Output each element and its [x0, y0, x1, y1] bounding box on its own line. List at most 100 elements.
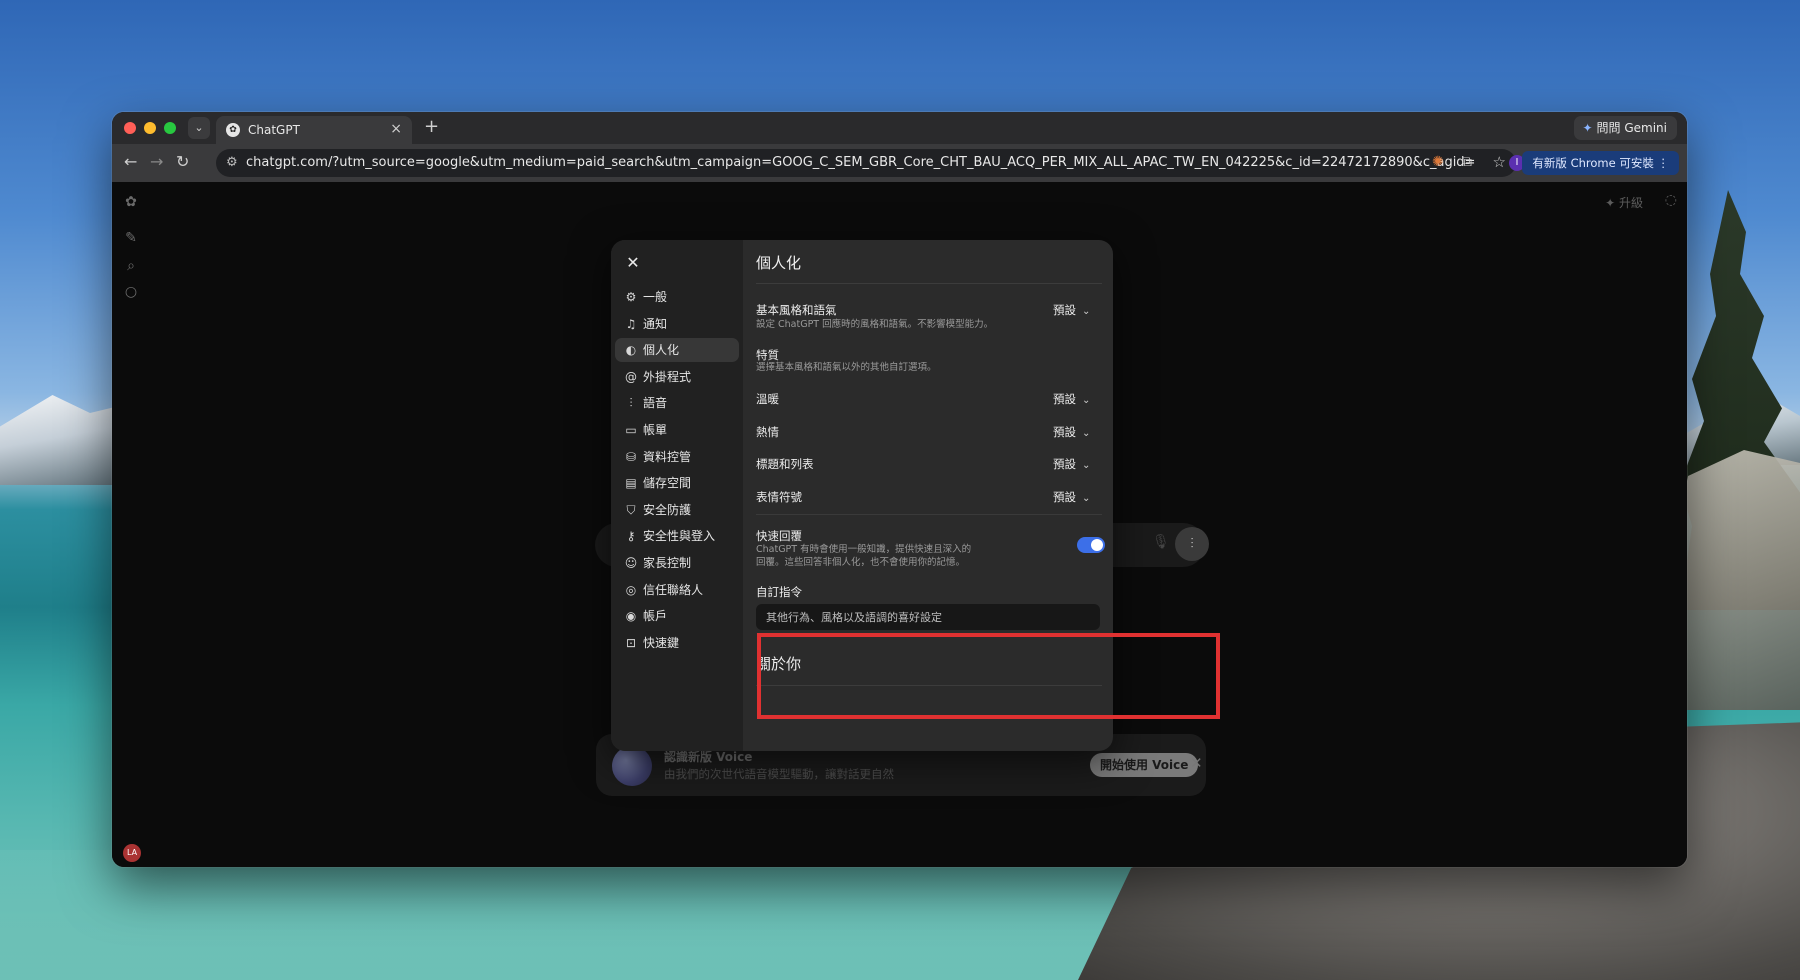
voice-orb-icon: [612, 746, 652, 786]
custom-instructions-input[interactable]: [756, 604, 1100, 630]
settings-nav-item[interactable]: ◐ 個人化: [615, 338, 739, 363]
account-icon: ◉: [625, 609, 637, 624]
chevron-down-icon: ⌄: [194, 121, 204, 134]
settings-nav-label: 家長控制: [643, 556, 692, 570]
trait-label: 熱情: [756, 424, 779, 439]
custom-instructions-label: 自訂指令: [756, 585, 802, 599]
start-voice-button[interactable]: 開始使用 Voice: [1090, 753, 1199, 777]
upgrade-button[interactable]: ✦ 升級: [1605, 194, 1643, 211]
extensions-puzzle-icon[interactable]: ⧉: [1462, 154, 1472, 170]
trait-dropdown-value: 預設: [1053, 489, 1076, 504]
settings-nav-item[interactable]: ♫ 通知: [615, 312, 739, 336]
tab-chatgpt[interactable]: ✿ ChatGPT ×: [216, 116, 412, 144]
extension-sun-icon[interactable]: ✺: [1432, 154, 1444, 170]
gemini-sparkle-icon: ✦: [1582, 121, 1593, 135]
custom-instructions-highlight-box: [757, 633, 1220, 719]
search-icon[interactable]: ⌕: [123, 258, 139, 274]
gemini-label: 問問 Gemini: [1596, 121, 1667, 135]
quick-reply-toggle[interactable]: [1077, 537, 1105, 553]
library-icon[interactable]: ○: [123, 284, 139, 300]
header-divider: [756, 283, 1102, 284]
trait-dropdown-value: 預設: [1053, 392, 1076, 406]
chevron-down-icon: ⌄: [1082, 395, 1091, 406]
storage-icon: ▤: [625, 476, 637, 491]
chatgpt-page: ✿ ✎ ⌕ ○ ✦ 升級 ◌ LA 🎙 ⫶ 認識新版 Voice 由我們的次世代…: [112, 182, 1687, 867]
quick-reply-divider: [756, 514, 1102, 515]
style-desc: 設定 ChatGPT 回應時的風格和語氣。不影響模型能力。: [756, 319, 994, 330]
style-dropdown-value: 預設: [1053, 303, 1076, 317]
bookmark-star-icon[interactable]: ☆: [1493, 153, 1506, 171]
new-tab-button[interactable]: +: [424, 116, 439, 137]
settings-nav-item[interactable]: ⫶ 語音: [615, 391, 739, 415]
shield-icon: ⛉: [626, 502, 636, 517]
more-menu-icon: ⋮: [1657, 156, 1670, 170]
temporary-chat-icon[interactable]: ◌: [1665, 192, 1677, 208]
update-label: 有新版 Chrome 可安裝: [1532, 156, 1654, 170]
promo-subtitle: 由我們的次世代語音模型驅動，讓對話更自然: [664, 767, 894, 781]
settings-nav-label: 個人化: [643, 343, 680, 358]
gemini-button[interactable]: ✦ 問問 Gemini: [1574, 116, 1677, 140]
card-icon: ▭: [625, 423, 637, 437]
settings-nav-item[interactable]: ☺ 家長控制: [615, 551, 739, 575]
close-settings-button[interactable]: ✕: [620, 250, 646, 276]
settings-nav-label: 快速鍵: [643, 635, 680, 650]
reload-button[interactable]: ↻: [176, 152, 189, 171]
settings-nav-item[interactable]: ⛁ 資料控管: [615, 445, 739, 469]
quick-reply-title: 快速回覆: [756, 529, 802, 543]
settings-title: 個人化: [756, 254, 802, 272]
settings-nav-item[interactable]: ⚙ 一般: [615, 285, 739, 309]
waveform-icon: ⫶: [629, 396, 633, 411]
settings-nav-label: 外掛程式: [643, 369, 692, 384]
site-info-icon[interactable]: ⚙: [226, 155, 238, 170]
trait-dropdown[interactable]: 預設 ⌄: [1053, 424, 1090, 440]
settings-nav-item[interactable]: ⛉ 安全防護: [615, 498, 739, 522]
settings-nav-item[interactable]: ▤ 儲存空間: [615, 471, 739, 495]
settings-nav-label: 通知: [643, 316, 668, 331]
bell-icon: ♫: [625, 316, 637, 331]
browser-window: ⌄ ✿ ChatGPT × + ✦ 問問 Gemini ← → ↻ ⚙ chatg…: [112, 112, 1687, 867]
style-title: 基本風格和語氣: [756, 303, 837, 317]
trait-dropdown[interactable]: 預設 ⌄: [1053, 391, 1090, 407]
minimize-window-button[interactable]: [144, 122, 156, 134]
back-button[interactable]: ←: [124, 152, 137, 171]
openai-logo-icon[interactable]: ✿: [123, 194, 139, 210]
chevron-down-icon: ⌄: [1082, 492, 1091, 504]
trait-dropdown[interactable]: 預設 ⌄: [1053, 456, 1090, 472]
settings-nav-item[interactable]: @ 外掛程式: [615, 365, 739, 389]
url-text[interactable]: chatgpt.com/?utm_source=google&utm_mediu…: [246, 155, 1476, 170]
forward-button[interactable]: →: [150, 152, 163, 171]
close-icon: ✕: [626, 253, 640, 272]
trait-label: 表情符號: [756, 489, 802, 504]
keyboard-icon: ⊡: [625, 635, 637, 650]
close-promo-icon[interactable]: ✕: [1190, 754, 1203, 772]
settings-nav-item[interactable]: ⊡ 快速鍵: [615, 631, 739, 655]
personalization-icon: ◐: [625, 343, 637, 358]
tab-search-button[interactable]: ⌄: [188, 117, 210, 139]
openai-favicon-icon: ✿: [226, 123, 240, 137]
settings-nav-item[interactable]: ⚷ 安全性與登入: [615, 524, 739, 548]
voice-mode-button[interactable]: ⫶: [1175, 527, 1209, 561]
key-icon: ⚷: [626, 529, 636, 544]
settings-nav-item[interactable]: ▭ 帳單: [615, 418, 739, 442]
close-tab-icon[interactable]: ×: [390, 121, 402, 137]
settings-nav-item[interactable]: ◎ 信任聯絡人: [615, 578, 739, 602]
user-avatar[interactable]: LA: [123, 844, 141, 862]
quick-reply-desc-1: ChatGPT 有時會使用一般知識，提供快速且深入的: [756, 544, 972, 555]
close-window-button[interactable]: [124, 122, 136, 134]
settings-nav-label: 資料控管: [643, 449, 692, 464]
mic-icon[interactable]: 🎙: [1152, 534, 1170, 550]
trait-label: 標題和列表: [756, 457, 814, 471]
maximize-window-button[interactable]: [164, 122, 176, 134]
new-chat-icon[interactable]: ✎: [123, 230, 139, 246]
settings-nav-label: 安全防護: [643, 502, 692, 517]
upgrade-label: 升級: [1618, 196, 1643, 210]
chevron-down-icon: ⌄: [1082, 460, 1091, 471]
settings-nav-item[interactable]: ◉ 帳戶: [615, 604, 739, 628]
chrome-update-button[interactable]: 有新版 Chrome 可安裝 ⋮: [1522, 151, 1679, 175]
trait-dropdown[interactable]: 預設 ⌄: [1053, 489, 1090, 505]
settings-nav-label: 語音: [643, 396, 668, 411]
style-dropdown[interactable]: 預設 ⌄: [1053, 302, 1090, 318]
sparkle-icon: ✦: [1605, 196, 1616, 210]
address-bar[interactable]: ⚙ chatgpt.com/?utm_source=google&utm_med…: [216, 149, 1516, 177]
chevron-down-icon: ⌄: [1082, 306, 1091, 317]
